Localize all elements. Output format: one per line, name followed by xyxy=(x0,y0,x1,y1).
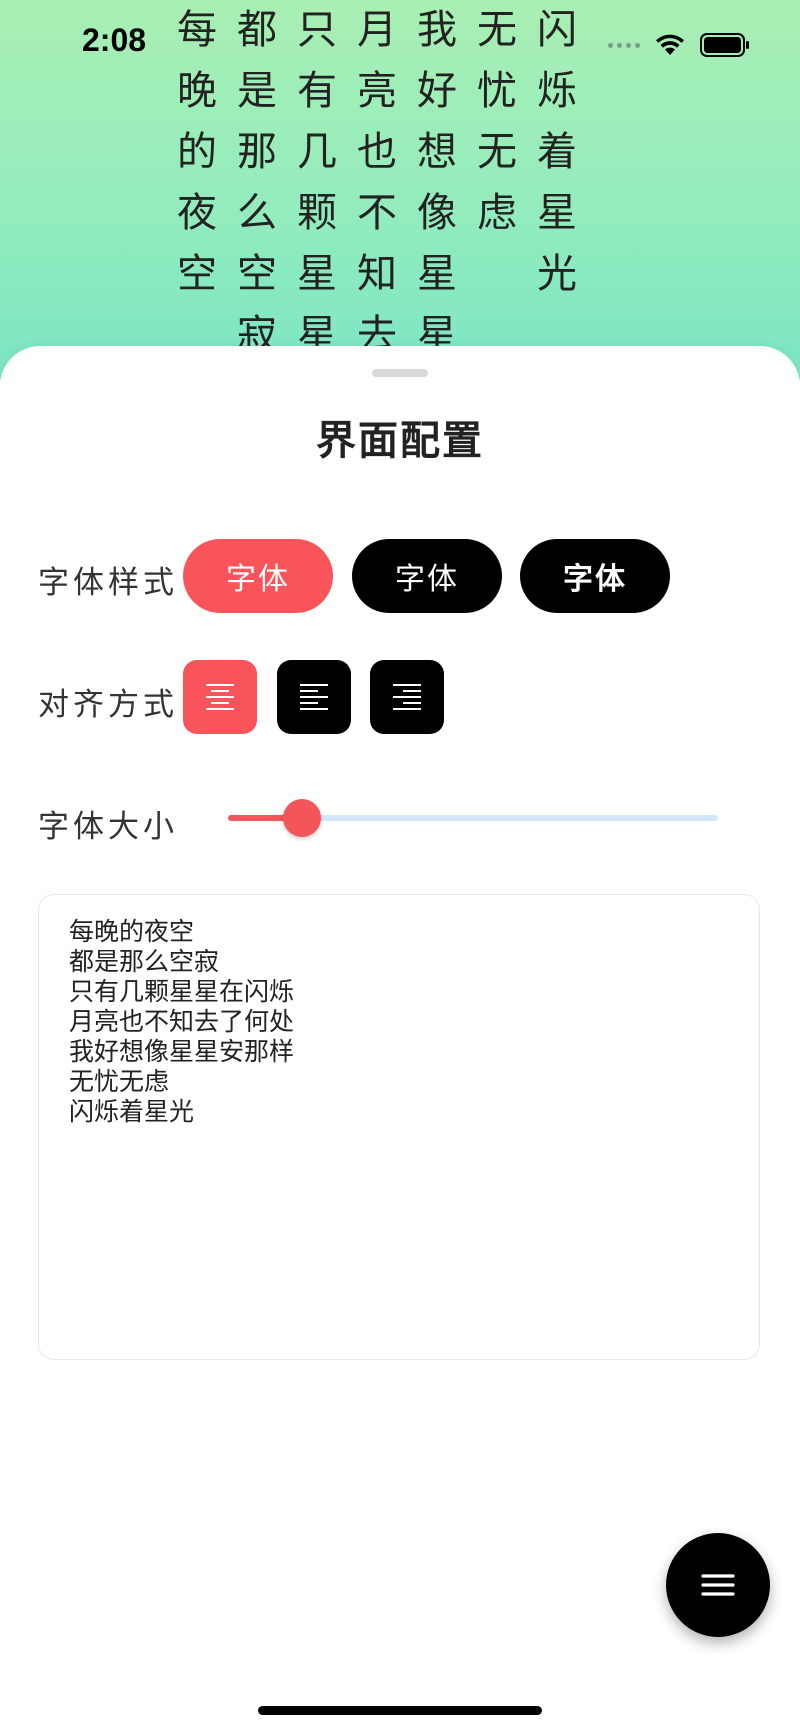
poem-column: 都是那么空寂 xyxy=(237,7,277,350)
status-indicators xyxy=(608,30,750,60)
poem-text-input[interactable] xyxy=(38,894,760,1360)
menu-icon xyxy=(701,1574,735,1596)
align-right-icon xyxy=(393,684,421,710)
font-size-slider[interactable] xyxy=(228,799,718,837)
poem-column: 闪烁着星光 xyxy=(537,7,577,297)
poem-column: 月亮也不知去 xyxy=(357,7,397,350)
font-style-option-2[interactable]: 字体 xyxy=(352,539,502,613)
font-style-option-label: 字体 xyxy=(226,562,290,597)
align-center-icon xyxy=(206,684,234,710)
poem-column: 无忧无虑 xyxy=(477,7,517,236)
align-right-button[interactable] xyxy=(370,660,444,734)
align-left-icon xyxy=(300,684,328,710)
battery-icon xyxy=(700,33,750,57)
cellular-signal-icon xyxy=(608,42,640,48)
font-style-label: 字体样式 xyxy=(38,565,178,601)
font-size-label: 字体大小 xyxy=(38,809,178,845)
slider-thumb[interactable] xyxy=(282,799,321,837)
home-indicator xyxy=(258,1706,542,1715)
font-style-option-1[interactable]: 字体 xyxy=(183,539,333,613)
font-style-option-3[interactable]: 字体 xyxy=(520,539,670,613)
align-left-button[interactable] xyxy=(277,660,351,734)
settings-sheet: 界面配置 字体样式 字体 字体 字体 对齐方式 字体大小 每晚的夜空 都是那么空… xyxy=(0,346,800,1731)
alignment-label: 对齐方式 xyxy=(38,687,178,723)
sheet-grabber[interactable] xyxy=(372,369,428,377)
font-style-option-label: 字体 xyxy=(395,562,459,597)
poem-column: 每晚的夜空 xyxy=(177,7,217,297)
sheet-title: 界面配置 xyxy=(316,417,484,464)
wifi-icon xyxy=(654,33,686,57)
status-time: 2:08 xyxy=(82,22,147,58)
poem-column: 我好想像星星 xyxy=(417,7,457,350)
align-center-button[interactable] xyxy=(183,660,257,734)
poem-column: 只有几颗星星 xyxy=(297,7,337,350)
menu-button[interactable] xyxy=(666,1533,770,1637)
font-style-option-label: 字体 xyxy=(563,562,627,597)
